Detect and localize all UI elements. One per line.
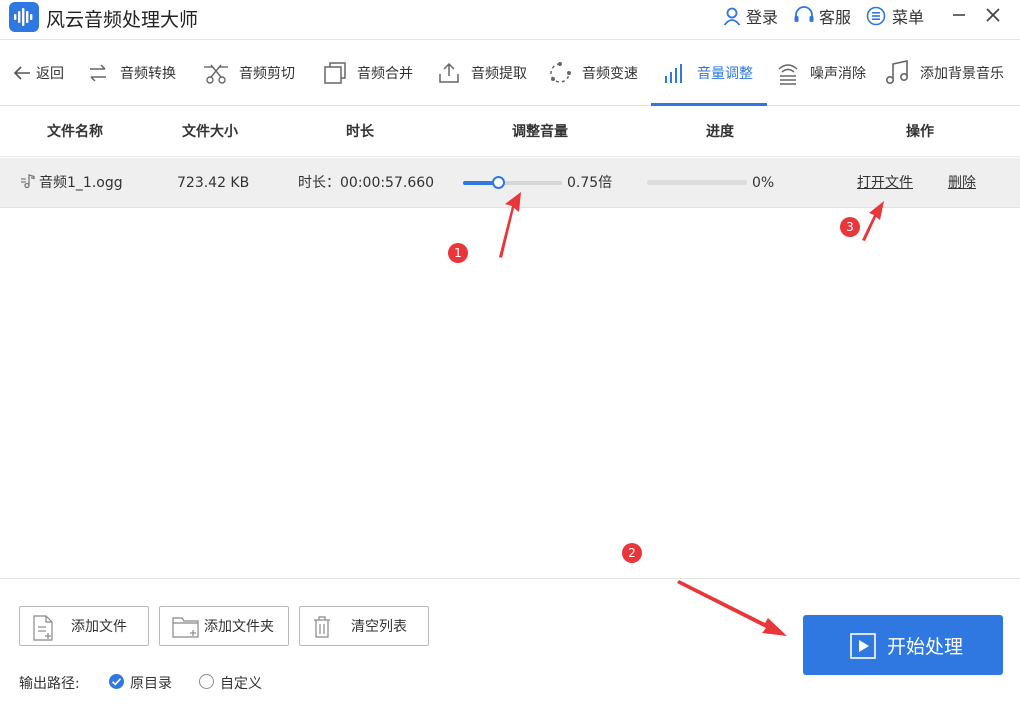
arrow-2 [677, 580, 787, 636]
col-file-name: 文件名称 [47, 124, 103, 140]
tool-add-background-music[interactable]: 添加背景音乐 [884, 40, 1004, 106]
merge-icon [324, 62, 346, 84]
trash-icon [314, 616, 330, 638]
play-icon [850, 633, 876, 659]
volume-bars-icon [665, 64, 682, 83]
clear-list-label: 清空列表 [351, 619, 407, 635]
tool-label: 音频提取 [471, 66, 527, 82]
login-label: 登录 [746, 8, 779, 27]
add-folder-icon [172, 617, 199, 638]
menu-icon [866, 6, 886, 26]
speed-icon [550, 62, 571, 83]
tool-audio-speed[interactable]: 音频变速 [548, 40, 638, 106]
tool-label: 音量调整 [697, 66, 753, 82]
tool-label: 音频转换 [120, 66, 176, 82]
file-duration: 时长：00:00:57.660 [298, 175, 435, 191]
tool-label: 音频剪切 [239, 66, 295, 82]
tool-audio-extract[interactable]: 音频提取 [437, 40, 527, 106]
file-size: 723.42 KB [177, 175, 250, 191]
table-row[interactable]: 音频1_1.ogg 723.42 KB 时长：00:00:57.660 0.75… [0, 158, 1020, 208]
radio-custom-directory[interactable] [199, 674, 214, 689]
music-note-icon [885, 60, 908, 84]
noise-icon [778, 64, 798, 85]
close-button[interactable] [982, 4, 1004, 26]
customer-service-button[interactable]: 客服 [793, 4, 851, 28]
tool-audio-merge[interactable]: 音频合并 [323, 40, 413, 106]
progress-bar [647, 180, 747, 185]
add-file-button[interactable]: 添加文件 [19, 606, 149, 646]
minimize-button[interactable] [948, 4, 970, 26]
back-label: 返回 [36, 66, 64, 82]
bottom-divider [0, 578, 1020, 579]
col-actions: 操作 [906, 124, 934, 140]
col-duration: 时长 [346, 124, 374, 140]
table-header: 文件名称 文件大小 时长 调整音量 进度 操作 [0, 107, 1020, 157]
open-file-link[interactable]: 打开文件 [857, 158, 913, 208]
upload-icon [439, 62, 459, 83]
delete-link[interactable]: 删除 [948, 158, 976, 208]
checkmark-icon [111, 678, 122, 686]
radio-original-directory[interactable] [109, 674, 124, 689]
audio-file-icon [21, 174, 35, 189]
title-bar: 风云音频处理大师 登录 客服 菜单 [0, 0, 1020, 40]
add-file-label: 添加文件 [71, 619, 127, 635]
add-file-icon [33, 615, 53, 641]
minimize-icon [953, 14, 965, 16]
annotation-badge-2: 2 [622, 543, 642, 563]
back-button[interactable]: 返回 [12, 40, 64, 106]
file-name: 音频1_1.ogg [39, 175, 123, 191]
output-path-label: 输出路径: [19, 676, 80, 692]
app-logo-icon [9, 2, 39, 32]
tool-label: 添加背景音乐 [920, 66, 1004, 82]
app-window: 风云音频处理大师 登录 客服 菜单 返回 音频转换 音频剪切 音频合并 音频提取… [0, 0, 1020, 705]
service-label: 客服 [819, 8, 852, 27]
add-folder-button[interactable]: 添加文件夹 [159, 606, 289, 646]
tool-label: 音频变速 [582, 66, 638, 82]
progress-value: 0% [752, 175, 775, 191]
scissors-icon [204, 64, 228, 84]
clear-list-button[interactable]: 清空列表 [299, 606, 429, 646]
col-volume: 调整音量 [512, 124, 568, 140]
login-button[interactable]: 登录 [722, 4, 778, 28]
volume-slider-handle[interactable] [491, 176, 505, 189]
tool-audio-convert[interactable]: 音频转换 [86, 40, 176, 106]
tool-audio-cut[interactable]: 音频剪切 [203, 40, 295, 106]
user-icon [723, 7, 741, 26]
tool-volume-adjust[interactable]: 音量调整 [651, 40, 767, 106]
tool-bar: 返回 音频转换 音频剪切 音频合并 音频提取 音频变速 音量调整 噪声消除 添加… [0, 40, 1020, 106]
volume-value: 0.75倍 [567, 175, 613, 191]
start-processing-label: 开始处理 [887, 636, 964, 658]
annotation-badge-3: 3 [840, 217, 860, 237]
menu-label: 菜单 [892, 8, 925, 27]
menu-button[interactable]: 菜单 [866, 4, 924, 28]
file-name-cell: 音频1_1.ogg [20, 158, 123, 208]
volume-slider[interactable] [463, 176, 562, 189]
add-folder-label: 添加文件夹 [204, 619, 274, 635]
app-title: 风云音频处理大师 [46, 9, 199, 31]
back-arrow-icon [13, 66, 30, 80]
tool-label: 噪声消除 [810, 66, 866, 82]
tool-noise-removal[interactable]: 噪声消除 [776, 40, 866, 106]
convert-icon [90, 64, 106, 82]
close-icon [986, 8, 1000, 22]
radio-custom-directory-label[interactable]: 自定义 [220, 673, 262, 693]
annotation-badge-1: 1 [448, 243, 468, 263]
radio-original-directory-label[interactable]: 原目录 [130, 673, 172, 693]
headset-icon [794, 6, 814, 22]
col-file-size: 文件大小 [182, 124, 238, 140]
start-processing-button[interactable]: 开始处理 [803, 615, 1003, 675]
tool-label: 音频合并 [357, 66, 413, 82]
col-progress: 进度 [706, 124, 734, 140]
